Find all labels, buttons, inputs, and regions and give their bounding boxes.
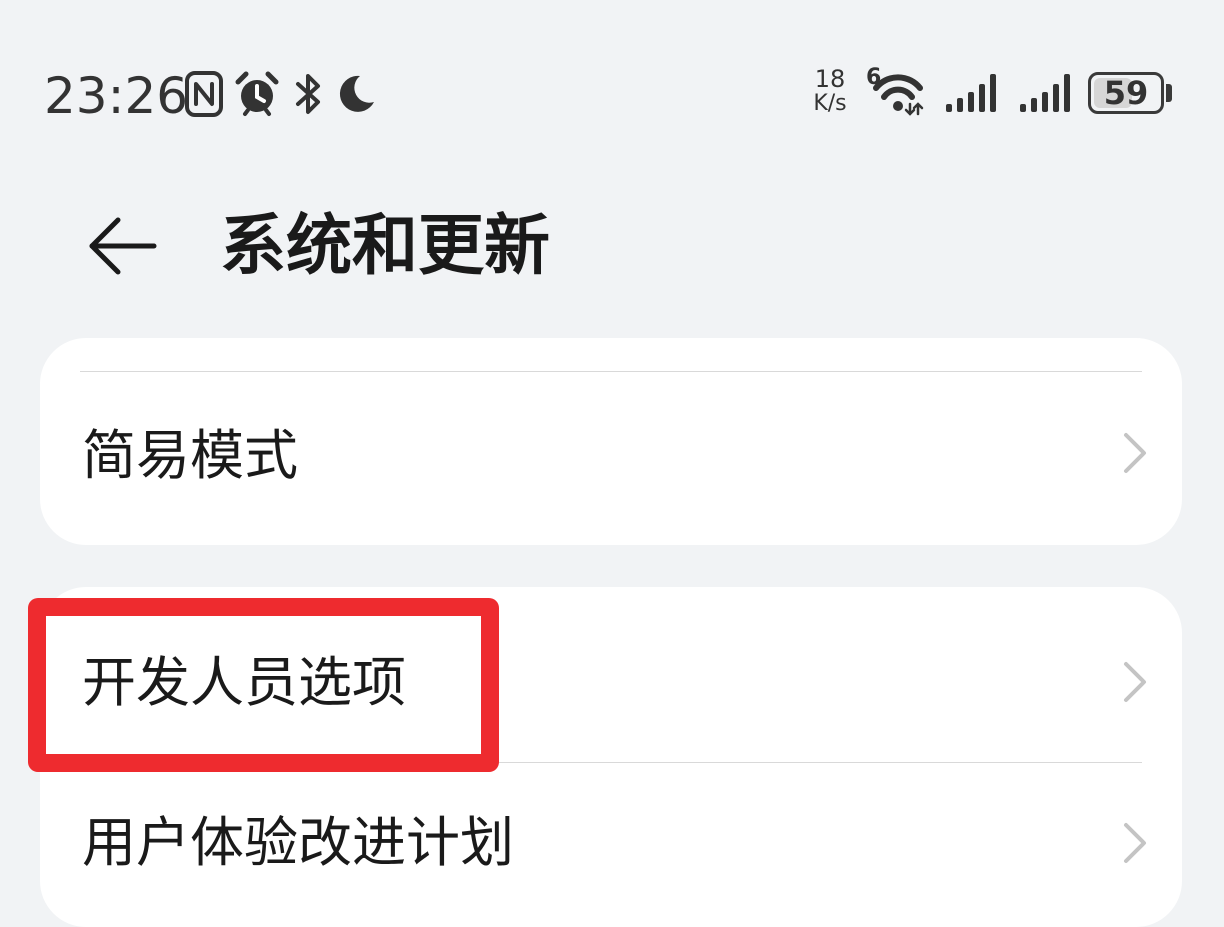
list-item-developer-options[interactable]: 开发人员选项 — [40, 587, 1182, 762]
nfc-icon — [184, 70, 224, 118]
settings-group-2: 开发人员选项 用户体验改进计划 — [40, 587, 1182, 927]
page-title: 系统和更新 — [220, 207, 550, 284]
chevron-right-icon — [1124, 433, 1146, 473]
list-item-simple-mode[interactable]: 简易模式 — [40, 372, 1182, 545]
bluetooth-icon — [292, 70, 324, 118]
header: 系统和更新 — [0, 190, 1224, 300]
network-speed-value: 18 — [814, 65, 846, 93]
battery-cap — [1166, 84, 1172, 102]
wifi-icon: 6 — [862, 66, 928, 116]
chevron-right-icon — [1124, 823, 1146, 863]
network-speed-unit: K/s — [813, 91, 847, 116]
list-item-user-experience-program[interactable]: 用户体验改进计划 — [40, 763, 1182, 927]
do-not-disturb-moon-icon — [334, 70, 378, 118]
chevron-right-icon — [1124, 662, 1146, 702]
status-time: 23:26 — [44, 67, 189, 125]
list-item-label: 简易模式 — [82, 424, 298, 487]
network-speed: 18 K/s — [806, 66, 854, 122]
battery-icon: 59 — [1088, 72, 1164, 114]
settings-group-1: 简易模式 — [40, 338, 1182, 545]
back-arrow-icon — [89, 217, 157, 275]
alarm-icon — [234, 70, 280, 118]
list-item-label: 用户体验改进计划 — [82, 811, 514, 874]
list-item-label: 开发人员选项 — [82, 651, 406, 714]
battery-level: 59 — [1103, 74, 1149, 112]
status-bar: 23:26 18 K/s 6 59 — [0, 0, 1224, 190]
back-button[interactable] — [80, 204, 164, 288]
signal-icon — [1018, 70, 1072, 118]
signal-icon — [944, 70, 998, 118]
